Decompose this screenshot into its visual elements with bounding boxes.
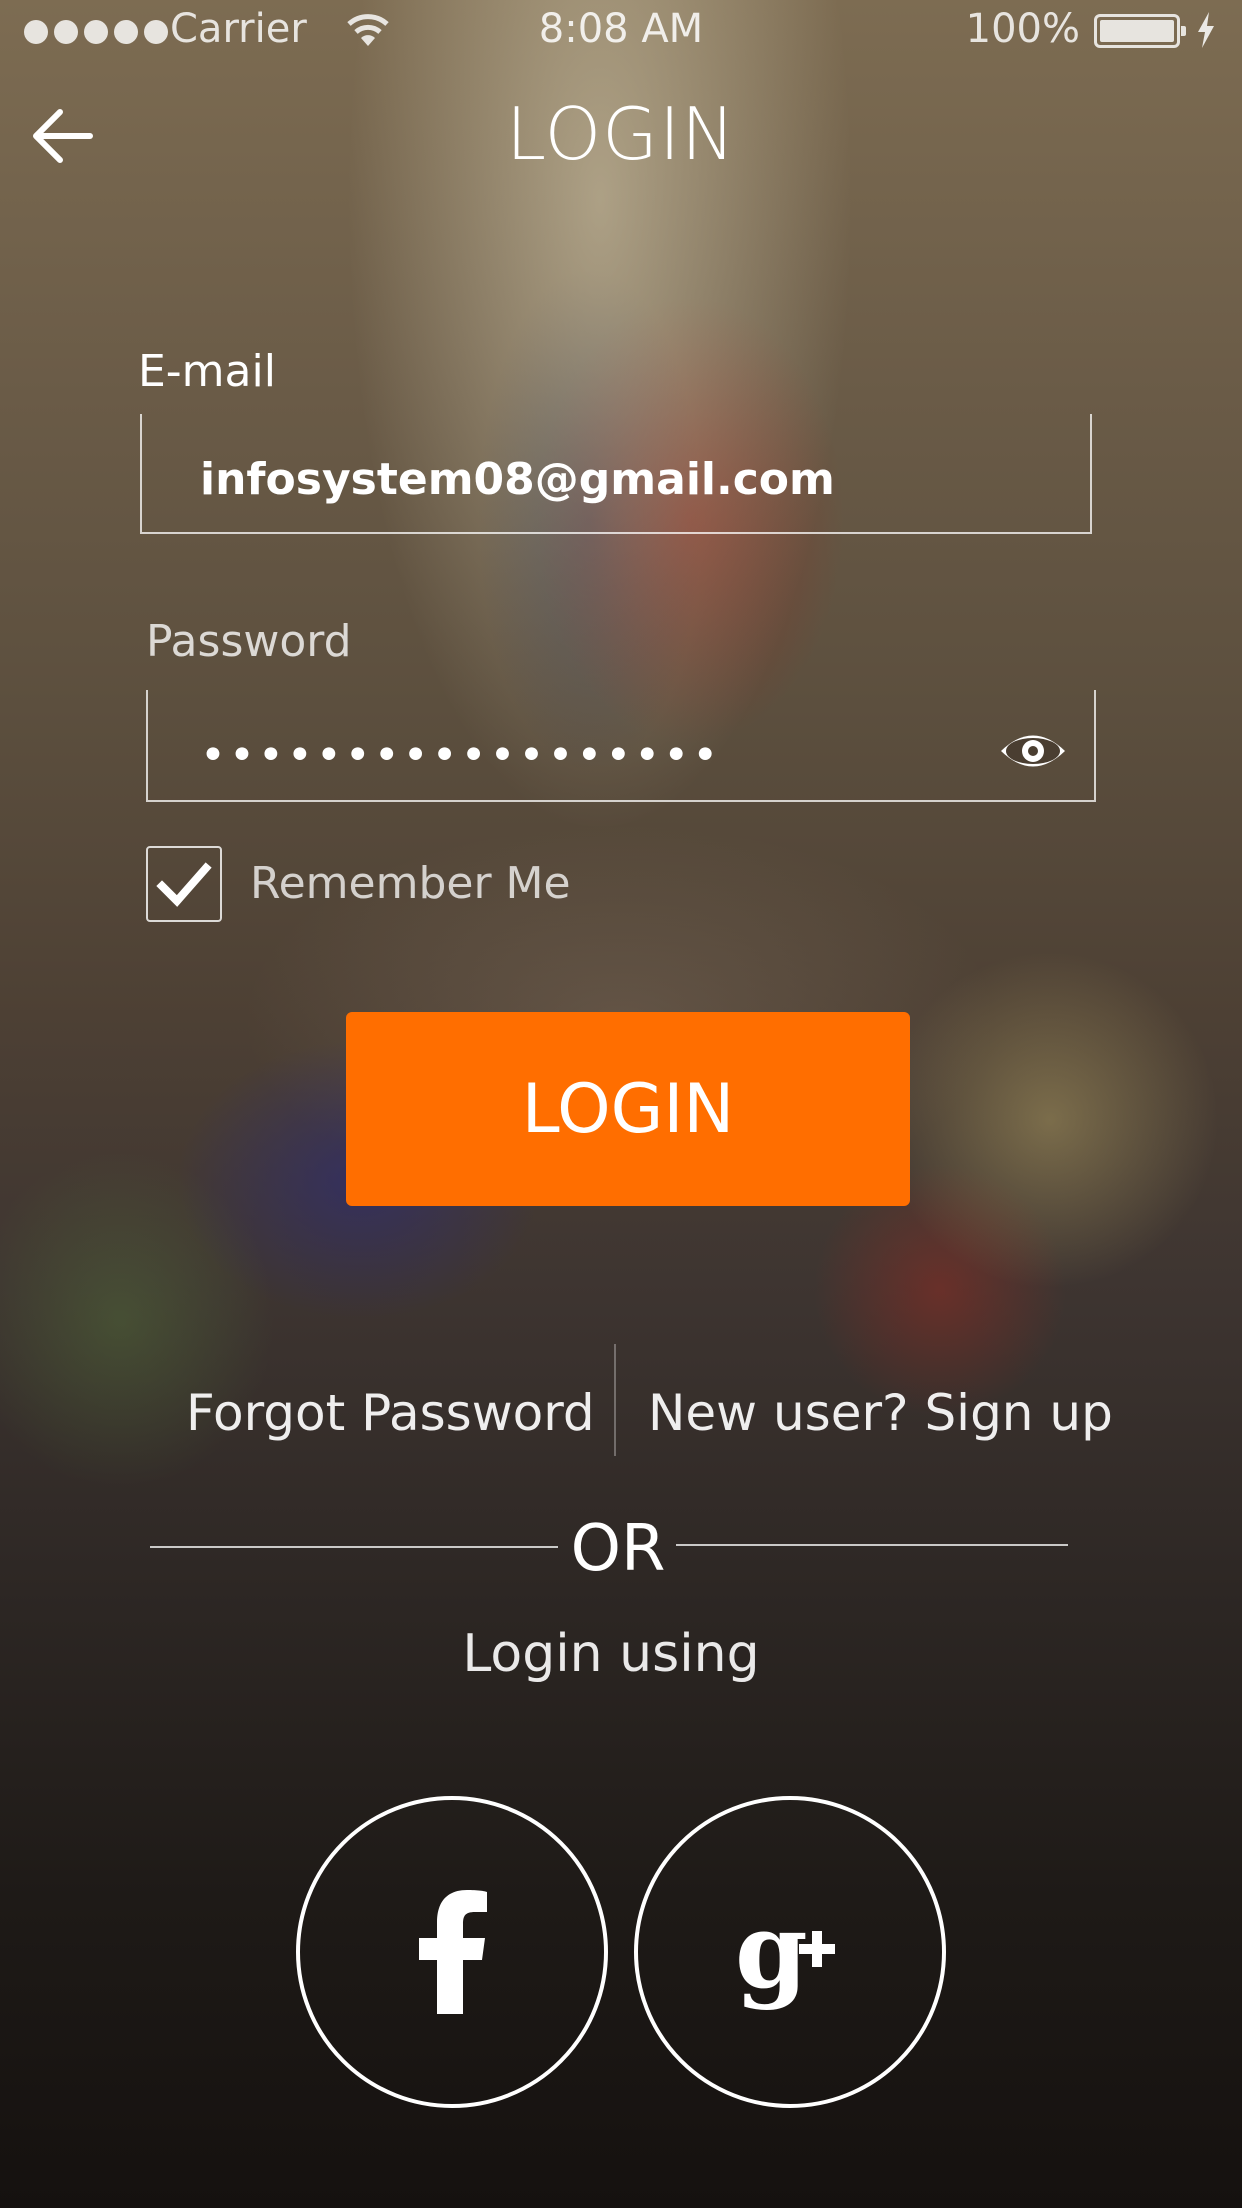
svg-text:g: g — [735, 1889, 808, 2012]
email-label: E-mail — [138, 346, 276, 397]
facebook-login-button[interactable] — [296, 1796, 608, 2108]
login-using-label: Login using — [462, 1624, 760, 1684]
login-button[interactable]: LOGIN — [346, 1012, 910, 1206]
remember-me-checkbox[interactable] — [146, 846, 222, 922]
battery-percentage: 100% — [965, 6, 1080, 52]
google-plus-icon: g — [735, 1889, 835, 2012]
or-divider-left — [150, 1546, 558, 1548]
email-field[interactable]: infosystem08@gmail.com — [140, 414, 1092, 534]
page-title: LOGIN — [505, 92, 737, 176]
status-bar: Carrier 8:08 AM 100% — [0, 0, 1242, 62]
facebook-icon — [419, 1890, 487, 2014]
bolt-icon — [1198, 12, 1214, 48]
google-plus-login-button[interactable]: g — [634, 1796, 946, 2108]
forgot-password-link[interactable]: Forgot Password — [186, 1384, 595, 1442]
password-label: Password — [146, 616, 352, 667]
checkmark-icon — [156, 862, 212, 907]
email-value[interactable]: infosystem08@gmail.com — [200, 454, 835, 505]
password-field[interactable]: •••••••••••••••••• — [146, 690, 1096, 802]
links-divider — [614, 1344, 616, 1456]
remember-me-label[interactable]: Remember Me — [250, 858, 571, 909]
or-label: OR — [570, 1512, 666, 1586]
or-divider-right — [676, 1544, 1068, 1546]
password-value[interactable]: •••••••••••••••••• — [200, 730, 721, 781]
eye-icon[interactable] — [998, 728, 1068, 774]
signup-link[interactable]: New user? Sign up — [648, 1384, 1113, 1442]
battery-icon — [1094, 14, 1186, 48]
